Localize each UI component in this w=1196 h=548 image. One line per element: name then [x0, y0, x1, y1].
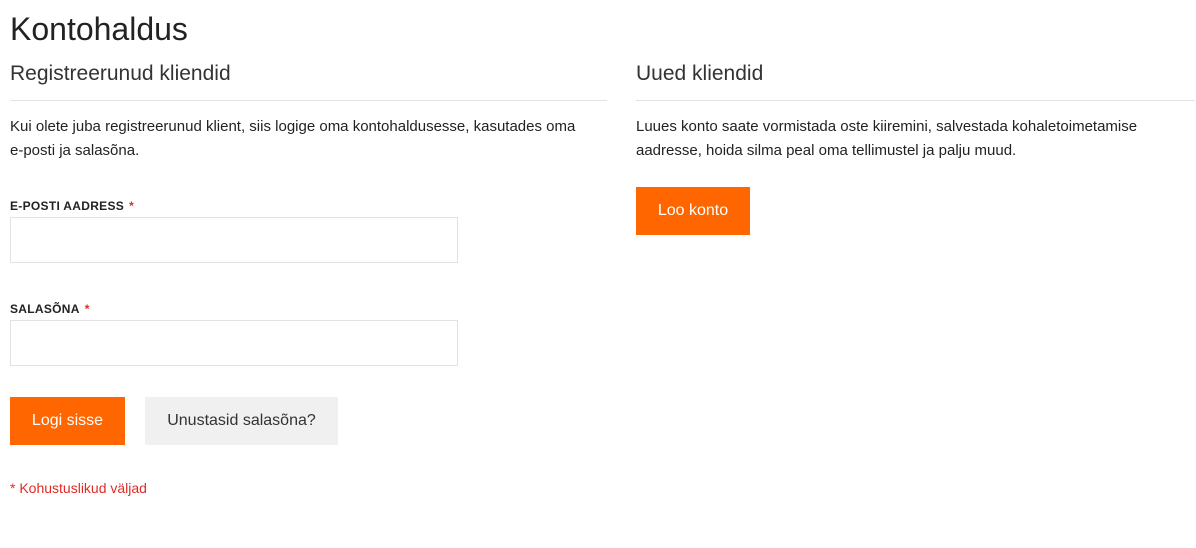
email-label: E-POSTI AADRESS *	[10, 199, 134, 213]
email-label-text: E-POSTI AADRESS	[10, 199, 125, 213]
forgot-password-button[interactable]: Unustasid salasõna?	[145, 397, 338, 445]
password-label-text: SALASÕNA	[10, 302, 80, 316]
new-customers-section: Uued kliendid Luues konto saate vormista…	[636, 58, 1195, 235]
page-title: Kontohaldus	[10, 11, 188, 47]
registered-customers-intro: Kui olete juba registreerunud klient, si…	[10, 118, 576, 159]
required-star: *	[129, 199, 135, 213]
login-button[interactable]: Logi sisse	[10, 397, 125, 445]
password-field[interactable]	[10, 320, 458, 366]
create-account-button[interactable]: Loo konto	[636, 187, 750, 235]
password-label: SALASÕNA *	[10, 302, 90, 316]
required-star: *	[84, 302, 90, 316]
email-field[interactable]	[10, 217, 458, 263]
registered-customers-title: Registreerunud kliendid	[10, 58, 607, 101]
registered-customers-section: Registreerunud kliendid Kui olete juba r…	[10, 58, 607, 496]
new-customers-title: Uued kliendid	[636, 58, 1195, 101]
required-fields-note: * Kohustuslikud väljad	[10, 480, 147, 496]
new-customers-intro: Luues konto saate vormistada oste kiirem…	[636, 118, 1138, 159]
